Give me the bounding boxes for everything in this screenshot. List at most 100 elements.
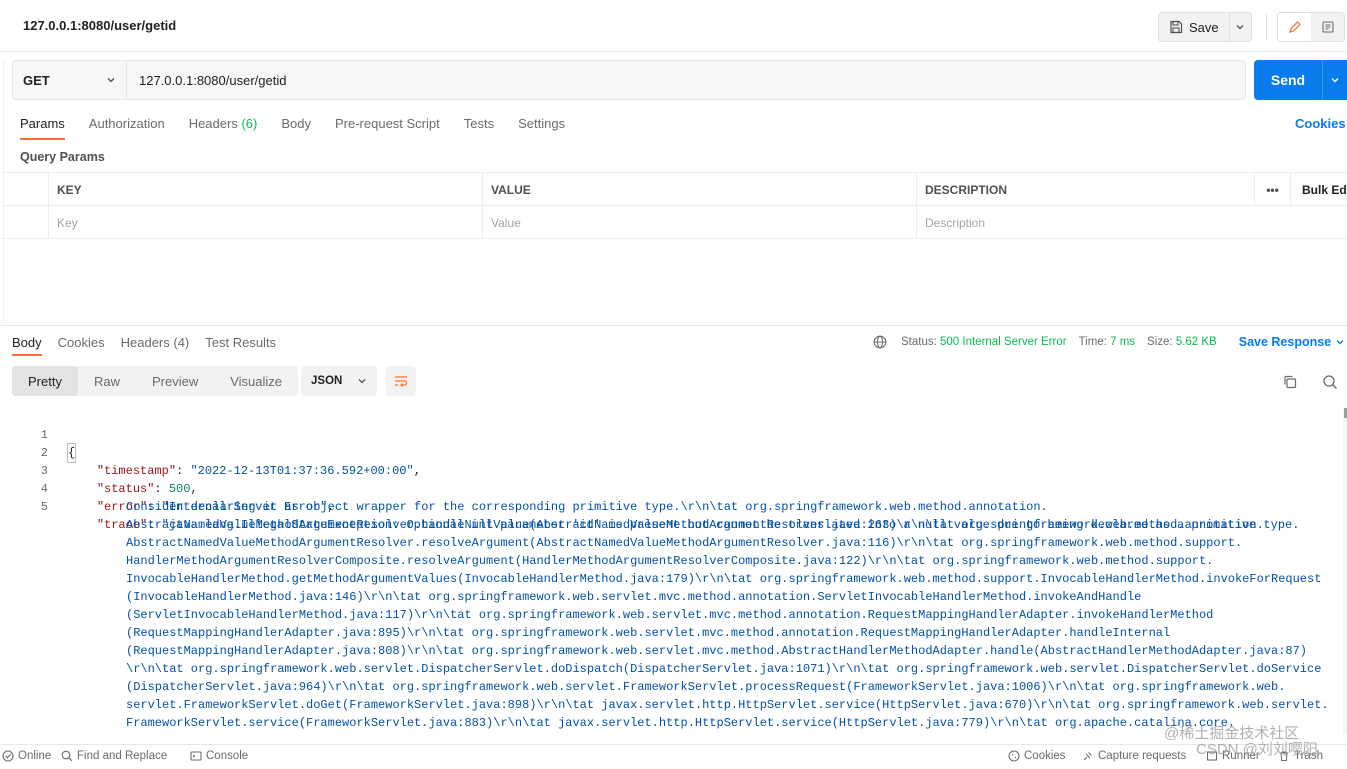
satellite-icon [1083, 752, 1092, 761]
time-value[interactable]: 7 ms [1110, 336, 1135, 348]
find-replace-label: Find and Replace [77, 750, 168, 762]
language-select[interactable]: JSON [301, 366, 377, 396]
copy-icon[interactable] [1280, 372, 1300, 392]
request-title[interactable]: 127.0.0.1:8080/user/getid [23, 18, 176, 33]
more-options-button[interactable]: ••• [1254, 173, 1290, 206]
json-number: 500 [168, 482, 191, 496]
scrollbar-track[interactable] [1343, 408, 1347, 734]
format-visualize[interactable]: Visualize [214, 366, 298, 396]
method-select[interactable]: GET [12, 60, 127, 100]
edit-view-button[interactable] [1278, 13, 1311, 41]
tab-label: Headers [188, 116, 238, 131]
search-icon[interactable] [1320, 372, 1340, 392]
status-bar: Online Find and Replace Console Cookies … [0, 744, 1347, 769]
send-options-button[interactable] [1322, 60, 1347, 100]
value-input[interactable]: Value [482, 206, 916, 239]
chevron-down-icon [1336, 340, 1344, 345]
wrap-lines-icon [395, 376, 408, 387]
key-column-header: KEY [48, 173, 482, 206]
code-line: 4 "error": "Internal Server Error", [0, 462, 335, 514]
size-value[interactable]: 5.62 KB [1176, 336, 1217, 348]
find-replace-button[interactable]: Find and Replace [61, 750, 167, 762]
view-toggle [1277, 12, 1345, 42]
headers-count: (6) [241, 116, 258, 131]
tab-authorization[interactable]: Authorization [77, 110, 177, 140]
pencil-icon [1288, 21, 1301, 33]
save-options-button[interactable] [1229, 12, 1252, 42]
description-input[interactable]: Description [916, 206, 1254, 239]
trace-line: (DispatcherServlet.java:964)\r\n\tat org… [126, 680, 1286, 694]
trace-line: (RequestMappingHandlerAdapter.java:895)\… [126, 626, 1171, 640]
table-row: Key Value Description [4, 206, 1347, 239]
request-tabs: Params Authorization Headers (6) Body Pr… [8, 110, 577, 140]
online-status[interactable]: Online [2, 750, 51, 762]
response-tab-test-results[interactable]: Test Results [197, 330, 284, 356]
watermark-author: CSDN @刘刘嘤阳 [1196, 741, 1318, 758]
watermark: @稀土掘金技术社区 [1164, 725, 1300, 742]
response-body-editor[interactable]: 1 { 2 "timestamp": "2022-12-13T01:37:36.… [0, 408, 1343, 734]
documentation-view-button[interactable] [1311, 13, 1344, 41]
cookies-link[interactable]: Cookies [1295, 116, 1346, 131]
code-line: 2 "timestamp": "2022-12-13T01:37:36.592+… [0, 426, 421, 478]
trace-line: AbstractNamedValueMethodArgumentResolver… [126, 518, 1264, 532]
search-icon [61, 750, 73, 762]
wrap-lines-button[interactable] [386, 366, 416, 396]
format-preview[interactable]: Preview [136, 366, 214, 396]
json-key: "timestamp" [96, 464, 177, 478]
open-brace: { [66, 443, 77, 463]
trace-line: (InvocableHandlerMethod.java:146)\r\n\ta… [126, 590, 1142, 604]
url-input[interactable] [127, 60, 1246, 100]
pane-divider[interactable] [0, 325, 1347, 326]
code-line: 3 "status": 500, [0, 444, 198, 496]
checkbox-column [4, 173, 48, 206]
status-value[interactable]: 500 Internal Server Error [940, 336, 1067, 348]
tab-label: Pre-request Script [334, 116, 440, 131]
trace-line: (ServletInvocableHandlerMethod.java:117)… [126, 608, 1214, 622]
format-raw[interactable]: Raw [78, 366, 136, 396]
bulk-edit-button[interactable]: Bulk Edit [1290, 173, 1347, 206]
cookies-label: Cookies [1024, 750, 1066, 762]
chevron-down-icon [1236, 25, 1244, 30]
response-tab-cookies[interactable]: Cookies [50, 330, 113, 356]
response-tab-body[interactable]: Body [4, 330, 50, 356]
tab-params[interactable]: Params [8, 110, 77, 140]
chevron-down-icon [358, 379, 366, 384]
code-text: { [66, 443, 77, 463]
trace-line: servlet.FrameworkServlet.doGet(Framework… [126, 698, 1329, 712]
response-tab-headers[interactable]: Headers (4) [113, 330, 198, 356]
tab-pre-request-script[interactable]: Pre-request Script [323, 110, 452, 140]
tab-settings[interactable]: Settings [506, 110, 577, 140]
floppy-disk-icon [1170, 20, 1183, 34]
status-label: Status: [901, 336, 937, 348]
capture-label: Capture requests [1098, 750, 1187, 762]
save-label: Save [1189, 19, 1219, 35]
json-string: "2022-12-13T01:37:36.592+00:00" [190, 464, 414, 478]
language-label: JSON [311, 375, 343, 387]
description-column-header: DESCRIPTION [916, 173, 1254, 206]
console-icon [190, 751, 202, 761]
cookie-icon [1008, 750, 1020, 762]
trace-line: (RequestMappingHandlerAdapter.java:808)\… [126, 644, 1307, 658]
method-label: GET [23, 72, 50, 88]
format-pretty[interactable]: Pretty [12, 366, 78, 396]
trace-line: InvocableHandlerMethod.getMethodArgument… [126, 572, 1322, 586]
send-button[interactable]: Send [1254, 60, 1322, 100]
globe-icon[interactable] [873, 335, 887, 349]
trace-line: AbstractNamedValueMethodArgumentResolver… [126, 536, 1243, 550]
code-line: 5 "trace": "java.lang.IllegalStateExcept… [0, 480, 1300, 532]
save-button[interactable]: Save [1158, 12, 1230, 42]
tab-headers[interactable]: Headers (6) [177, 110, 270, 140]
save-response-button[interactable]: Save Response [1239, 335, 1345, 349]
save-group: Save [1158, 12, 1252, 42]
time-label: Time: [1078, 336, 1107, 348]
capture-requests-button[interactable]: Capture requests [1082, 750, 1186, 762]
check-circle-icon [2, 750, 14, 762]
console-button[interactable]: Console [190, 750, 248, 762]
tab-tests[interactable]: Tests [452, 110, 506, 140]
cookies-button[interactable]: Cookies [1008, 750, 1066, 762]
size-label: Size: [1147, 336, 1173, 348]
tab-label: Settings [518, 116, 566, 131]
tab-label: Params [20, 116, 65, 131]
tab-body[interactable]: Body [269, 110, 323, 140]
key-input[interactable]: Key [48, 206, 482, 239]
